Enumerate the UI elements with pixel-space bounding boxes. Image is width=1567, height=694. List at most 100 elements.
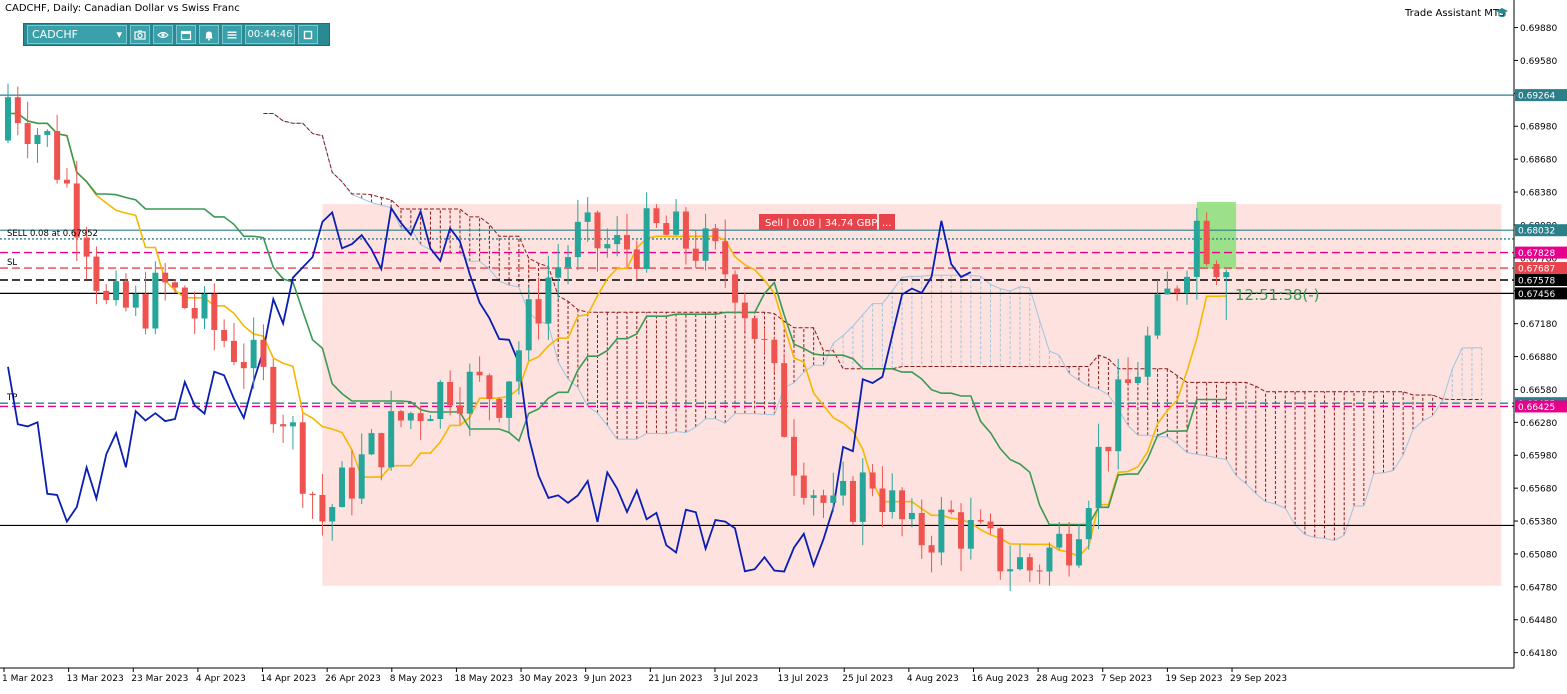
candle-body xyxy=(781,363,788,437)
candle-body xyxy=(604,244,611,249)
candle-body xyxy=(388,411,395,468)
candle-body xyxy=(1154,294,1161,336)
candle-body xyxy=(1056,533,1063,548)
candle-body xyxy=(496,399,503,418)
calendar-button[interactable] xyxy=(176,25,196,44)
symbol-select[interactable]: CADCHF ▾ xyxy=(27,25,127,44)
menu-button[interactable] xyxy=(222,25,242,44)
candle-body xyxy=(682,211,689,249)
candle-body xyxy=(378,433,385,468)
time-tick-label: 7 Sep 2023 xyxy=(1101,674,1152,684)
time-tick-label: 18 May 2023 xyxy=(454,674,513,684)
candle-body xyxy=(54,131,61,180)
candle-body xyxy=(1105,446,1112,452)
candle-body xyxy=(967,519,974,549)
candle-body xyxy=(172,282,179,288)
candle-body xyxy=(623,235,630,250)
visibility-button[interactable] xyxy=(153,25,173,44)
candle-body xyxy=(437,381,444,420)
trade-assistant-label: Trade Assistant MT5 xyxy=(1405,8,1506,19)
candle-body xyxy=(535,299,542,324)
camera-icon xyxy=(134,30,146,40)
candle-body xyxy=(339,467,346,508)
alerts-button[interactable] xyxy=(199,25,219,44)
time-tick-label: 8 May 2023 xyxy=(390,674,443,684)
price-tick-label: 0.66280 xyxy=(1520,419,1557,429)
candle-body xyxy=(918,512,925,546)
candle-body xyxy=(427,419,434,422)
candle-body xyxy=(849,480,856,522)
candle-body xyxy=(584,212,591,222)
candle-body xyxy=(506,381,513,418)
chart-root: 0.698800.695800.692800.689800.686800.683… xyxy=(0,0,1567,689)
candle-body xyxy=(456,405,463,414)
candle-body xyxy=(1184,276,1190,293)
candle-body xyxy=(1115,379,1122,452)
time-tick-label: 25 Jul 2023 xyxy=(842,674,893,684)
candle-body xyxy=(1075,539,1082,566)
candle-body xyxy=(977,519,984,522)
candle-body xyxy=(142,294,149,329)
candle-body xyxy=(162,272,169,283)
candle-body xyxy=(958,512,965,549)
menu-icon xyxy=(227,31,237,38)
time-tick-label: 19 Sep 2023 xyxy=(1165,674,1222,684)
time-tick-label: 28 Aug 2023 xyxy=(1036,674,1094,684)
candle-body xyxy=(545,277,552,324)
time-tick-label: 9 Jun 2023 xyxy=(584,674,632,684)
candle-body xyxy=(1203,220,1210,264)
candle-body xyxy=(348,467,355,499)
candle-body xyxy=(614,235,621,245)
candle-body xyxy=(181,287,188,308)
candle-body xyxy=(741,302,748,319)
candle-body xyxy=(407,413,414,421)
candle-body xyxy=(574,221,581,258)
candle-body xyxy=(633,249,640,269)
candle-body xyxy=(1174,288,1181,293)
price-tick-label: 0.69880 xyxy=(1520,24,1557,34)
window-button[interactable] xyxy=(298,25,318,44)
candle-body xyxy=(997,528,1004,572)
candle-body xyxy=(889,490,896,512)
candle-body xyxy=(329,507,336,522)
time-tick-label: 13 Mar 2023 xyxy=(67,674,124,684)
candle-body xyxy=(594,212,601,249)
price-tick-label: 0.67180 xyxy=(1520,320,1557,330)
candle-body xyxy=(643,208,650,269)
bell-icon xyxy=(205,31,213,41)
price-tick-label: 0.64480 xyxy=(1520,616,1557,626)
candle-body xyxy=(869,472,876,489)
candle-body xyxy=(751,318,758,339)
candle-body xyxy=(260,339,267,367)
candle-body xyxy=(653,208,660,224)
candle-body xyxy=(928,545,935,553)
candle-body xyxy=(113,281,120,301)
price-tag-label: 0.67578 xyxy=(1518,276,1555,286)
screenshot-button[interactable] xyxy=(130,25,150,44)
time-tick-label: 13 Jul 2023 xyxy=(778,674,829,684)
candle-body xyxy=(34,134,41,144)
price-tag-label: 0.66425 xyxy=(1518,403,1555,413)
candle-body xyxy=(761,338,768,340)
price-chart[interactable]: 0.698800.695800.692800.689800.686800.683… xyxy=(0,0,1567,689)
candle-body xyxy=(830,495,837,503)
candle-body xyxy=(122,281,129,308)
candle-body xyxy=(879,488,886,512)
candle-body xyxy=(908,512,915,520)
time-tick-label: 29 Sep 2023 xyxy=(1230,674,1287,684)
candle-body xyxy=(5,97,11,141)
candle-body xyxy=(319,494,326,522)
time-tick-label: 4 Aug 2023 xyxy=(907,674,959,684)
eye-icon xyxy=(157,31,169,38)
time-tick-label: 14 Apr 2023 xyxy=(261,674,317,684)
calendar-icon xyxy=(180,30,192,40)
candle-body xyxy=(702,228,709,261)
candle-body xyxy=(250,339,257,369)
graduation-cap-icon[interactable] xyxy=(1495,6,1509,20)
time-tick-label: 30 May 2023 xyxy=(519,674,578,684)
candle-body xyxy=(466,371,473,414)
price-tick-label: 0.64780 xyxy=(1520,583,1557,593)
candle-body xyxy=(486,375,493,400)
candle-body xyxy=(447,381,454,406)
symbol-label: CADCHF xyxy=(32,28,78,41)
